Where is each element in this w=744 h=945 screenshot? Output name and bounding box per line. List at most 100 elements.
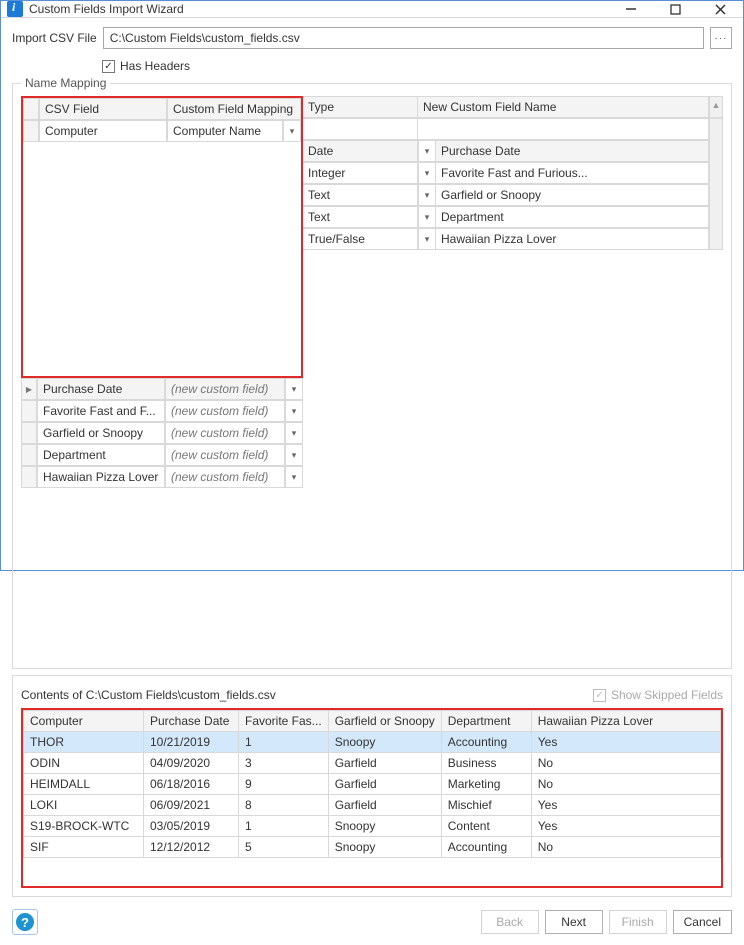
table-row[interactable]: ODIN04/09/20203GarfieldBusinessNo — [24, 753, 721, 774]
mapping-cell[interactable]: (new custom field) — [165, 422, 285, 444]
mapping-dropdown[interactable]: ▾ — [285, 400, 303, 422]
mapping-row-right[interactable]: True/False▾Hawaiian Pizza Lover — [303, 228, 709, 250]
preview-cell[interactable]: 10/21/2019 — [144, 732, 239, 753]
csv-field-cell[interactable]: Computer — [39, 120, 167, 142]
csv-field-cell[interactable]: Favorite Fast and F... — [37, 400, 165, 422]
table-row[interactable]: THOR10/21/20191SnoopyAccountingYes — [24, 732, 721, 753]
preview-cell[interactable]: 8 — [239, 795, 329, 816]
preview-cell[interactable]: Garfield — [328, 795, 441, 816]
mapping-cell[interactable]: Computer Name — [167, 120, 283, 142]
preview-header[interactable]: Department — [441, 711, 531, 732]
mapping-row[interactable]: Favorite Fast and F...(new custom field)… — [21, 400, 303, 422]
preview-cell[interactable]: Accounting — [441, 732, 531, 753]
new-name-cell[interactable]: Favorite Fast and Furious... — [436, 162, 709, 184]
mapping-header-type[interactable]: Type — [303, 96, 418, 118]
type-dropdown[interactable]: ▾ — [418, 162, 436, 184]
csv-field-cell[interactable]: Hawaiian Pizza Lover — [37, 466, 165, 488]
type-cell[interactable]: Integer — [303, 162, 418, 184]
mapping-scrollbar-track[interactable] — [709, 118, 723, 250]
table-row[interactable]: S19-BROCK-WTC03/05/20191SnoopyContentYes — [24, 816, 721, 837]
import-file-path[interactable]: C:\Custom Fields\custom_fields.csv — [103, 27, 704, 49]
mapping-dropdown[interactable]: ▾ — [285, 444, 303, 466]
preview-cell[interactable]: 04/09/2020 — [144, 753, 239, 774]
preview-cell[interactable]: No — [531, 837, 720, 858]
preview-cell[interactable]: 03/05/2019 — [144, 816, 239, 837]
preview-cell[interactable]: HEIMDALL — [24, 774, 144, 795]
back-button[interactable]: Back — [481, 910, 539, 934]
table-row[interactable]: LOKI06/09/20218GarfieldMischiefYes — [24, 795, 721, 816]
preview-cell[interactable]: Snoopy — [328, 816, 441, 837]
mapping-cell[interactable]: (new custom field) — [165, 400, 285, 422]
mapping-cell[interactable]: (new custom field) — [165, 444, 285, 466]
csv-field-cell[interactable]: Purchase Date — [37, 378, 165, 400]
preview-cell[interactable]: 9 — [239, 774, 329, 795]
mapping-row-right[interactable]: Text▾Department — [303, 206, 709, 228]
preview-cell[interactable]: SIF — [24, 837, 144, 858]
preview-cell[interactable]: No — [531, 774, 720, 795]
help-button[interactable]: ? — [12, 909, 38, 935]
mapping-row-right[interactable] — [303, 118, 709, 140]
cancel-button[interactable]: Cancel — [673, 910, 732, 934]
maximize-button[interactable] — [653, 1, 698, 17]
mapping-header-new[interactable]: New Custom Field Name — [418, 96, 709, 118]
mapping-header-csv[interactable]: CSV Field — [39, 98, 167, 120]
csv-field-cell[interactable]: Department — [37, 444, 165, 466]
new-name-cell[interactable]: Purchase Date — [436, 140, 709, 162]
preview-cell[interactable]: Garfield — [328, 753, 441, 774]
preview-header[interactable]: Hawaiian Pizza Lover — [531, 711, 720, 732]
type-cell[interactable] — [303, 118, 418, 140]
preview-cell[interactable]: Accounting — [441, 837, 531, 858]
preview-cell[interactable]: Yes — [531, 816, 720, 837]
preview-cell[interactable]: Business — [441, 753, 531, 774]
preview-cell[interactable]: 1 — [239, 732, 329, 753]
mapping-dropdown[interactable]: ▾ — [285, 466, 303, 488]
mapping-dropdown[interactable]: ▾ — [285, 378, 303, 400]
mapping-row[interactable]: Hawaiian Pizza Lover(new custom field)▾ — [21, 466, 303, 488]
preview-cell[interactable]: ODIN — [24, 753, 144, 774]
mapping-header-map[interactable]: Custom Field Mapping — [167, 98, 301, 120]
preview-header[interactable]: Garfield or Snoopy — [328, 711, 441, 732]
browse-button[interactable]: ··· — [710, 27, 732, 49]
type-cell[interactable]: Text — [303, 206, 418, 228]
preview-cell[interactable]: Marketing — [441, 774, 531, 795]
type-dropdown[interactable]: ▾ — [418, 140, 436, 162]
mapping-cell[interactable]: (new custom field) — [165, 378, 285, 400]
preview-cell[interactable]: Snoopy — [328, 732, 441, 753]
has-headers-checkbox[interactable]: ✓ — [102, 60, 115, 73]
preview-cell[interactable]: THOR — [24, 732, 144, 753]
table-row[interactable]: HEIMDALL06/18/20169GarfieldMarketingNo — [24, 774, 721, 795]
mapping-dropdown[interactable]: ▾ — [285, 422, 303, 444]
preview-cell[interactable]: 1 — [239, 816, 329, 837]
csv-field-cell[interactable]: Garfield or Snoopy — [37, 422, 165, 444]
new-name-cell[interactable] — [418, 118, 709, 140]
preview-header[interactable]: Favorite Fas... — [239, 711, 329, 732]
new-name-cell[interactable]: Department — [436, 206, 709, 228]
minimize-button[interactable] — [608, 1, 653, 17]
finish-button[interactable]: Finish — [609, 910, 667, 934]
new-name-cell[interactable]: Garfield or Snoopy — [436, 184, 709, 206]
mapping-row[interactable]: ComputerComputer Name▾ — [23, 120, 301, 142]
preview-cell[interactable]: 06/09/2021 — [144, 795, 239, 816]
type-cell[interactable]: Date — [303, 140, 418, 162]
preview-cell[interactable]: Yes — [531, 732, 720, 753]
type-dropdown[interactable]: ▾ — [418, 228, 436, 250]
preview-cell[interactable]: Content — [441, 816, 531, 837]
preview-cell[interactable]: No — [531, 753, 720, 774]
preview-cell[interactable]: Garfield — [328, 774, 441, 795]
mapping-row[interactable]: Department(new custom field)▾ — [21, 444, 303, 466]
next-button[interactable]: Next — [545, 910, 603, 934]
type-cell[interactable]: Text — [303, 184, 418, 206]
mapping-cell[interactable]: (new custom field) — [165, 466, 285, 488]
new-name-cell[interactable]: Hawaiian Pizza Lover — [436, 228, 709, 250]
type-cell[interactable]: True/False — [303, 228, 418, 250]
preview-cell[interactable]: 3 — [239, 753, 329, 774]
mapping-dropdown[interactable]: ▾ — [283, 120, 301, 142]
preview-cell[interactable]: S19-BROCK-WTC — [24, 816, 144, 837]
preview-cell[interactable]: 12/12/2012 — [144, 837, 239, 858]
table-row[interactable]: SIF12/12/20125SnoopyAccountingNo — [24, 837, 721, 858]
preview-header[interactable]: Purchase Date — [144, 711, 239, 732]
mapping-scrollbar[interactable]: ▲ — [709, 96, 723, 118]
preview-header[interactable]: Computer — [24, 711, 144, 732]
preview-cell[interactable]: Snoopy — [328, 837, 441, 858]
preview-cell[interactable]: 5 — [239, 837, 329, 858]
